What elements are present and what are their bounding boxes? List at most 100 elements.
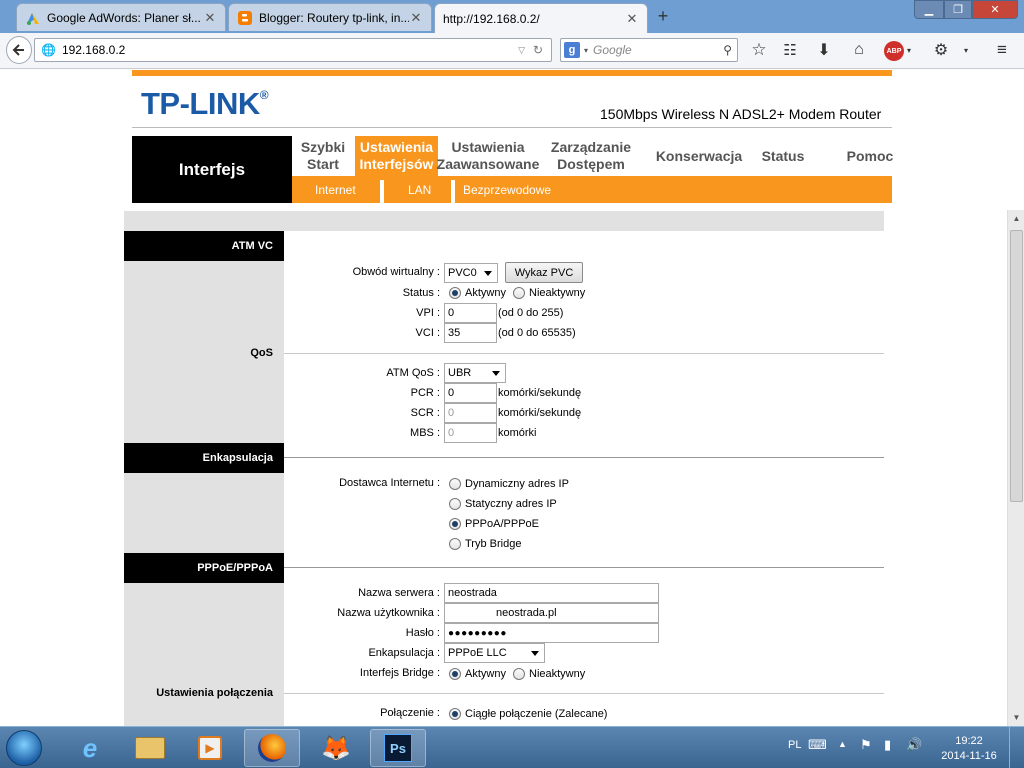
isp-pppoe-radio[interactable]: PPPoA/PPPoE [449, 518, 539, 530]
mbs-input[interactable]: 0 [444, 423, 497, 443]
bookmarks-list-icon[interactable]: ☷ [779, 39, 801, 61]
back-button[interactable] [6, 36, 32, 64]
virtual-circuit-select[interactable]: PVC0 [444, 263, 498, 283]
tab-blogger[interactable]: Blogger: Routery tp-link, in... ✕ [228, 3, 432, 31]
bridge-active-radio[interactable]: Aktywny [449, 668, 506, 680]
isp-dynamic-ip-radio[interactable]: Dynamiczny adres IP [449, 478, 569, 490]
radio-label: Aktywny [465, 287, 506, 299]
atm-qos-label: ATM QoS : [386, 367, 440, 379]
scroll-down-icon[interactable]: ▼ [1008, 709, 1024, 726]
home-icon[interactable]: ⌂ [848, 39, 870, 61]
vpi-hint: (od 0 do 255) [498, 307, 564, 319]
fox-app-icon[interactable]: 🦊 [308, 729, 364, 767]
submenu-lan[interactable]: LAN [408, 176, 431, 203]
firefox-icon[interactable] [244, 729, 300, 767]
submenu-wireless[interactable]: Bezprzewodowe [463, 176, 551, 203]
tab-router[interactable]: http://192.168.0.2/ ✕ [434, 3, 648, 33]
submenu-separator [451, 180, 455, 203]
bookmark-star-icon[interactable]: ☆ [748, 39, 770, 61]
dropdown-icon[interactable]: ▾ [904, 43, 914, 57]
radio-label: Aktywny [465, 668, 506, 680]
vertical-scrollbar[interactable]: ▲ ▼ [1007, 210, 1024, 726]
radio-label: Nieaktywny [529, 287, 586, 299]
scr-input[interactable]: 0 [444, 403, 497, 423]
menu-label: Pomoc [846, 147, 894, 164]
download-icon[interactable]: ⬇ [813, 39, 835, 61]
atm-qos-select[interactable]: UBR [444, 363, 506, 383]
show-desktop-button[interactable] [1009, 727, 1024, 768]
close-icon[interactable]: ✕ [409, 10, 423, 26]
gear-icon[interactable]: ⚙ [930, 39, 952, 61]
dropdown-icon[interactable]: ▾ [584, 46, 588, 55]
encapsulation-type-select[interactable]: PPPoE LLC [444, 643, 545, 663]
vpi-input[interactable]: 0 [444, 303, 497, 323]
reload-icon[interactable]: ↻ [533, 43, 543, 57]
section-pppoe: PPPoE/PPPoA [124, 553, 284, 583]
menu-maintenance[interactable]: Konserwacja [650, 136, 748, 176]
menu-icon[interactable]: ≡ [990, 39, 1014, 61]
pvc-list-button[interactable]: Wykaz PVC [505, 262, 583, 283]
status-active-radio[interactable]: Aktywny [449, 287, 506, 299]
isp-static-ip-radio[interactable]: Statyczny adres IP [449, 498, 557, 510]
close-window-button[interactable]: ✕ [972, 0, 1018, 19]
blogger-icon [238, 10, 252, 25]
username-input[interactable]: neostrada.pl [444, 603, 659, 623]
menu-access-management[interactable]: Zarządzanie Dostępem [545, 136, 637, 176]
tab-title: Google AdWords: Planer sł... [47, 10, 201, 25]
close-icon[interactable]: ✕ [625, 11, 639, 27]
scrollbar-thumb[interactable] [1010, 230, 1023, 502]
section-connection-settings: Ustawienia połączenia [156, 687, 273, 699]
keyboard-icon[interactable]: ⌨ [808, 737, 827, 753]
menu-quick-start[interactable]: Szybki Start [295, 136, 351, 176]
close-icon[interactable]: ✕ [203, 10, 217, 26]
password-input[interactable]: ●●●●●●●●● [444, 623, 659, 643]
ie-icon[interactable]: e [62, 729, 118, 767]
explorer-icon[interactable] [122, 729, 178, 767]
radio-label: Dynamiczny adres IP [465, 478, 569, 490]
menu-advanced-setup[interactable]: Ustawienia Zaawansowane [437, 136, 540, 176]
minimize-button[interactable]: ▁ [914, 0, 944, 19]
menu-status[interactable]: Status [754, 136, 812, 176]
submenu-internet[interactable]: Internet [315, 176, 356, 203]
search-icon[interactable]: ⚲ [723, 43, 732, 57]
isp-bridge-radio[interactable]: Tryb Bridge [449, 538, 521, 550]
dropdown-icon[interactable]: ▽ [518, 45, 525, 56]
url-bar[interactable]: 🌐 192.168.0.2 ▽ ↻ [34, 38, 552, 62]
vci-input[interactable]: 35 [444, 323, 497, 343]
pcr-unit: komórki/sekundę [498, 387, 582, 399]
pcr-input[interactable]: 0 [444, 383, 497, 403]
maximize-button[interactable]: ❐ [944, 0, 972, 19]
system-clock[interactable]: 19:22 2014-11-16 [938, 734, 1000, 764]
select-value: PPPoE LLC [448, 647, 507, 659]
show-hidden-icons[interactable]: ▲ [838, 739, 847, 749]
dropdown-icon[interactable]: ▾ [960, 43, 972, 57]
status-inactive-radio[interactable]: Nieaktywny [513, 287, 585, 299]
network-icon[interactable]: ▮ [884, 737, 891, 753]
flag-icon[interactable]: ⚑ [860, 737, 872, 753]
menu-help[interactable]: Pomoc [840, 136, 900, 176]
new-tab-button[interactable]: + [654, 7, 672, 26]
divider [284, 693, 884, 694]
chevron-down-icon [492, 371, 500, 376]
google-icon[interactable]: g [564, 42, 580, 58]
section-title: Interfejs [132, 136, 292, 203]
server-name-input[interactable]: neostrada [444, 583, 659, 603]
vpi-label: VPI : [416, 307, 440, 319]
photoshop-icon[interactable]: Ps [370, 729, 426, 767]
windows-taskbar: e ▶ 🦊 Ps PL ⌨ ▲ ⚑ ▮ 🔊 19:22 2014-11-16 [0, 726, 1024, 768]
media-player-icon[interactable]: ▶ [182, 729, 238, 767]
connection-always-on-radio[interactable]: Ciągłe połączenie (Zalecane) [449, 708, 607, 720]
menu-interface-setup[interactable]: Ustawienia Interfejsów [355, 136, 438, 176]
start-button[interactable] [6, 730, 42, 766]
volume-icon[interactable]: 🔊 [906, 737, 922, 753]
scroll-up-icon[interactable]: ▲ [1008, 210, 1024, 227]
divider [284, 457, 884, 458]
username-label: Nazwa użytkownika : [337, 607, 440, 619]
search-placeholder: Google [593, 43, 632, 57]
tab-adwords[interactable]: Google AdWords: Planer sł... ✕ [16, 3, 226, 31]
adblock-icon[interactable]: ABP [884, 41, 904, 61]
radio-checked-icon [449, 668, 461, 680]
bridge-inactive-radio[interactable]: Nieaktywny [513, 668, 585, 680]
language-indicator[interactable]: PL [788, 739, 801, 751]
search-bar[interactable]: g ▾ Google ⚲ [560, 38, 738, 62]
